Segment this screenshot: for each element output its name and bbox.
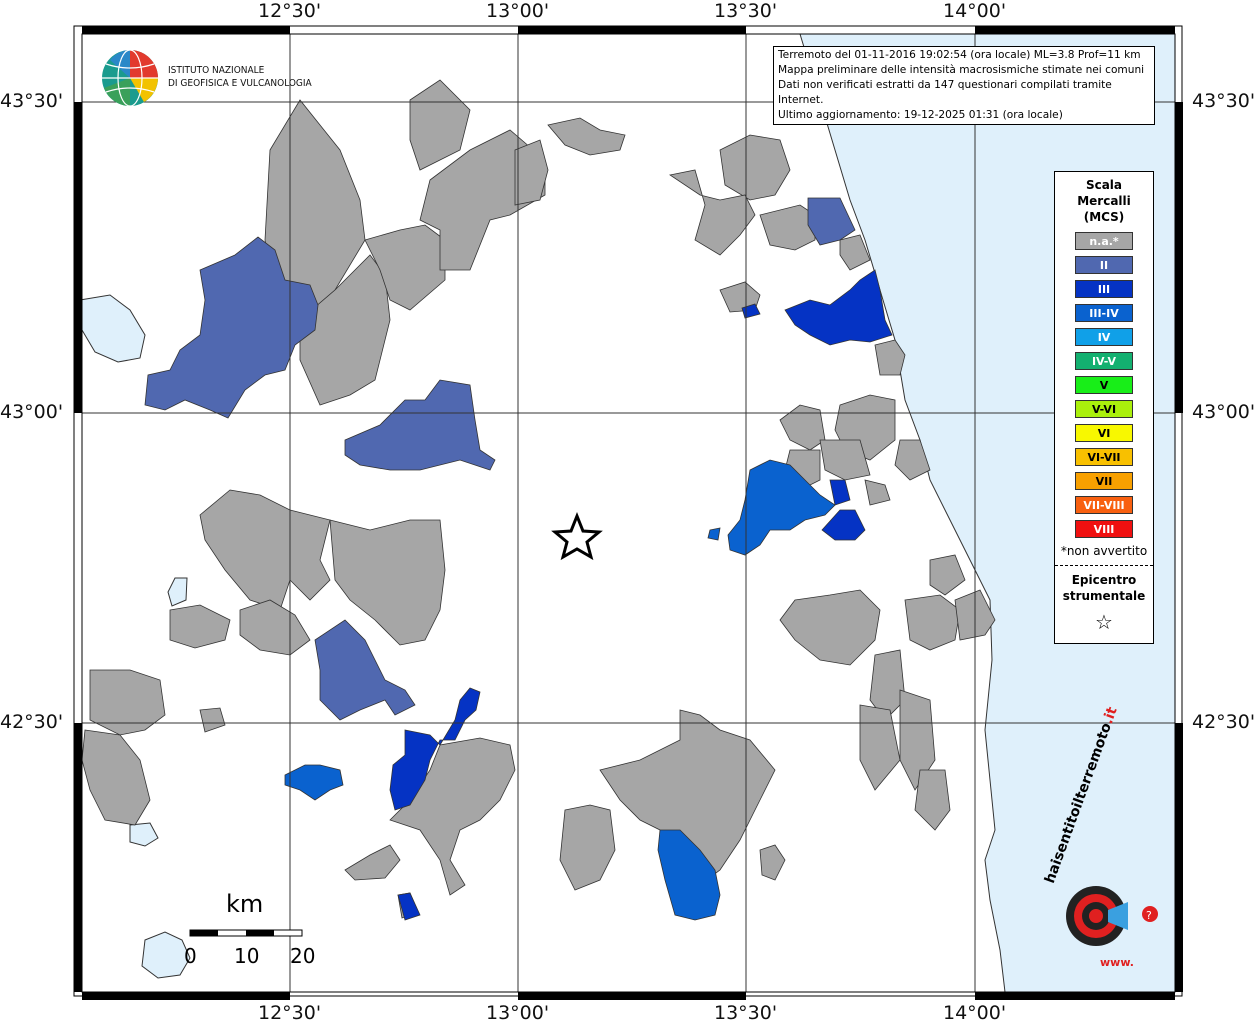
globe-icon [102, 49, 158, 107]
lake-small-1 [129, 822, 159, 847]
lon-label-top-1: 12°30' [258, 0, 322, 22]
legend-item: VI [1075, 424, 1133, 442]
scale-tick-10: 10 [234, 944, 260, 968]
legend-item: VIII [1075, 520, 1133, 538]
lat-label-right-3: 42°30' [1192, 711, 1256, 733]
event-info-box: Terremoto del 01-11-2016 19:02:54 (ora l… [773, 46, 1155, 125]
svg-text:?: ? [1146, 909, 1152, 922]
lon-label-bottom-4: 14°00' [943, 1002, 1007, 1024]
legend-epicenter-2: strumentale [1062, 589, 1146, 603]
lat-label-left-1: 43°30' [0, 90, 64, 112]
lon-label-top-2: 13°00' [486, 0, 550, 22]
legend-note: *non avvertito [1060, 544, 1148, 558]
legend-item: II [1075, 256, 1133, 274]
lon-label-top-3: 13°30' [714, 0, 778, 22]
lake-trasimeno [79, 294, 146, 363]
intensity-legend: Scala Mercalli (MCS) n.a.* II III III-IV IV I… [1054, 171, 1154, 644]
legend-divider [1055, 565, 1153, 566]
legend-item: VII-VIII [1075, 496, 1133, 514]
scale-tick-0: 0 [184, 944, 197, 968]
info-line-2: Mappa preliminare delle intensità macros… [778, 64, 1145, 76]
haisentito-logo: ? haisentitoilterremoto.it www. [1030, 705, 1170, 980]
brand-www-text: www. [1100, 956, 1134, 969]
legend-item: III-IV [1075, 304, 1133, 322]
scale-unit: km [226, 890, 264, 918]
legend-item: IV-V [1075, 352, 1133, 370]
lake-bolsena [141, 931, 191, 979]
legend-item: III [1075, 280, 1133, 298]
info-line-3: Dati non verificati estratti da 147 ques… [778, 79, 1112, 106]
legend-item: V-VI [1075, 400, 1133, 418]
legend-item: VI-VII [1075, 448, 1133, 466]
lake-small-2 [167, 577, 188, 607]
lat-label-right-1: 43°30' [1192, 90, 1256, 112]
legend-title-3: (MCS) [1083, 210, 1125, 224]
ingv-logo: ISTITUTO NAZIONALE DI GEOFISICA E VULCAN… [100, 48, 320, 110]
legend-item: V [1075, 376, 1133, 394]
legend-title-2: Mercalli [1077, 194, 1131, 208]
lon-label-top-4: 14°00' [943, 0, 1007, 22]
lat-label-right-2: 43°00' [1192, 401, 1256, 423]
lon-label-bottom-3: 13°30' [714, 1002, 778, 1024]
legend-items: n.a.* II III III-IV IV IV-V V V-VI VI VI-VII VII VI… [1055, 232, 1153, 538]
ingv-name-line2: DI GEOFISICA E VULCANOLOGIA [168, 78, 312, 89]
scale-bar [189, 929, 303, 937]
epicenter-star-icon [551, 511, 603, 561]
legend-epicenter-1: Epicentro [1071, 573, 1137, 587]
event-info-line: Terremoto del 01-11-2016 19:02:54 (ora l… [778, 49, 1141, 61]
lon-label-bottom-2: 13°00' [486, 1002, 550, 1024]
legend-item: IV [1075, 328, 1133, 346]
legend-item: VII [1075, 472, 1133, 490]
lat-label-left-2: 43°00' [0, 401, 64, 423]
last-update-line: Ultimo aggiornamento: 19-12-2025 01:31 (… [778, 109, 1063, 121]
legend-item: n.a.* [1075, 232, 1133, 250]
scale-tick-20: 20 [290, 944, 316, 968]
lon-label-bottom-1: 12°30' [258, 1002, 322, 1024]
ingv-name-line1: ISTITUTO NAZIONALE [168, 65, 265, 76]
legend-title-1: Scala [1085, 178, 1123, 192]
lat-label-left-3: 42°30' [0, 711, 64, 733]
legend-star-icon: ☆ [1095, 610, 1113, 634]
